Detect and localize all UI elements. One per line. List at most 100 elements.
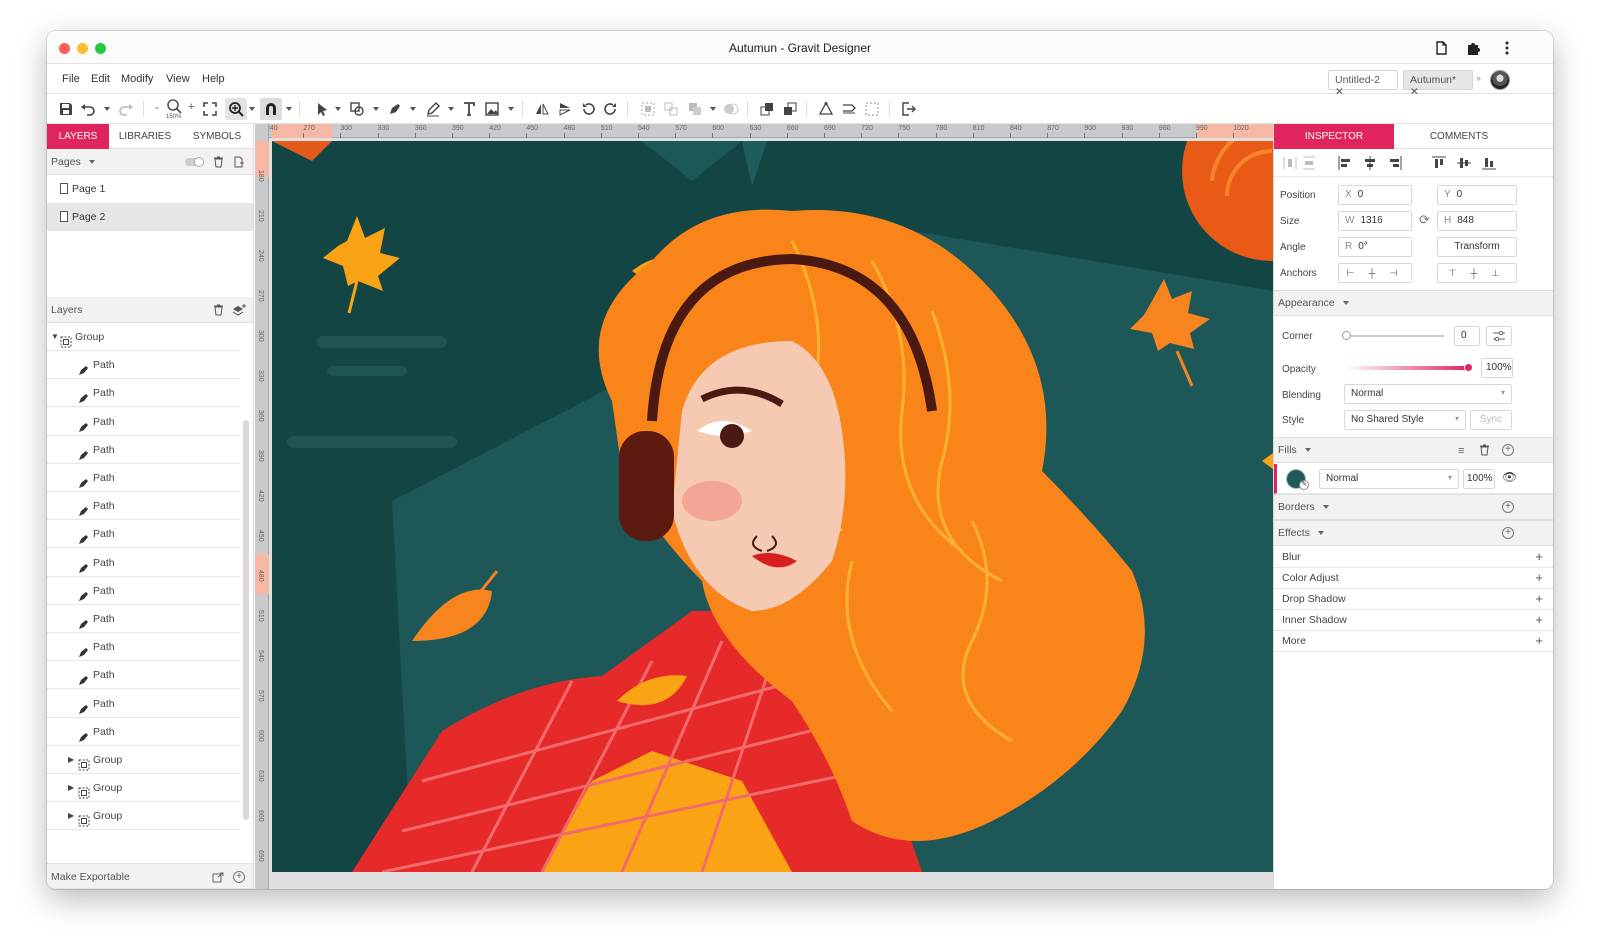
pages-label[interactable]: Pages [51,156,81,168]
add-color-adjust-icon[interactable]: + [1535,568,1543,588]
tab-inspector[interactable]: INSPECTOR [1274,124,1394,149]
pencil-tool-icon[interactable] [425,101,441,117]
undo-history-dropdown-icon[interactable] [104,107,110,111]
blending-select[interactable]: Normal ▾ [1344,384,1512,404]
distribute-vertical-icon[interactable] [1302,156,1316,170]
shape-dropdown-icon[interactable] [373,107,379,111]
horizontal-ruler[interactable]: px 2402703003303603904204504805105405706… [255,124,1273,138]
layer-row-path[interactable]: Path [47,633,240,662]
zoom-tool-icon[interactable] [225,98,247,120]
effects-header[interactable]: Effects + [1274,520,1553,546]
align-right-icon[interactable] [1388,156,1402,170]
pencil-dropdown-icon[interactable] [448,107,454,111]
layer-row-group[interactable]: ▶ Group [47,774,240,803]
align-left-icon[interactable] [1338,156,1352,170]
fill-blend-select[interactable]: Normal ▾ [1319,469,1459,489]
page-item-selected[interactable]: Page 2 [47,203,253,231]
save-icon[interactable] [58,101,74,117]
undo-icon[interactable] [80,101,96,117]
effect-inner-shadow[interactable]: Inner Shadow + [1274,610,1553,631]
effect-color-adjust[interactable]: Color Adjust + [1274,568,1553,589]
layer-row-path[interactable]: Path [47,379,240,408]
slice-icon[interactable] [864,101,880,117]
height-field[interactable]: H 848 [1437,211,1517,231]
group-icon[interactable] [640,101,656,117]
pages-dropdown-icon[interactable] [88,160,95,165]
more-options-icon[interactable] [1499,40,1515,56]
redo-icon[interactable] [118,101,134,117]
menu-modify[interactable]: Modify [121,73,153,85]
opacity-field[interactable]: 100% [1481,358,1513,378]
add-blur-icon[interactable]: + [1535,547,1543,567]
vertical-ruler[interactable]: 180 210 240 270 300 330 360 390 420 450 480 510 540 5… [255,124,269,889]
add-fill-icon[interactable]: + [1502,444,1514,456]
align-bottom-icon[interactable] [1482,156,1496,170]
shape-tool-icon[interactable] [349,101,365,117]
layer-row-path[interactable]: Path [47,520,240,549]
doc-tab-untitled[interactable]: Untitled-2 ✕ [1328,70,1398,98]
horizontal-anchors-control[interactable]: ⊢ ┼ ⊣ [1338,263,1412,283]
borders-header[interactable]: Borders + [1274,494,1553,520]
menu-edit[interactable]: Edit [91,73,110,85]
layer-row-path[interactable]: Path [47,718,240,746]
layer-row-path[interactable]: Path [47,351,240,380]
opacity-slider-thumb[interactable] [1464,363,1473,372]
corner-field[interactable]: 0 [1454,326,1480,346]
layer-row-path[interactable]: Path [47,464,240,492]
send-backward-icon[interactable] [782,101,798,117]
path-ops-icon[interactable] [841,101,857,117]
rotate-cw-icon[interactable] [603,101,619,117]
add-inner-shadow-icon[interactable]: + [1535,610,1543,630]
effect-more[interactable]: More + [1274,631,1553,652]
zoom-dropdown-icon[interactable] [249,107,255,111]
zoom-in-button[interactable]: + [188,101,194,113]
layer-row-path[interactable]: Path [47,492,240,521]
fill-visibility-icon[interactable]: 👁 [1502,470,1517,484]
lock-aspect-icon[interactable]: ⟳ [1419,212,1430,228]
shared-style-select[interactable]: No Shared Style ▾ [1344,410,1466,430]
image-dropdown-icon[interactable] [508,107,514,111]
layer-row-path[interactable]: Path [47,690,240,718]
canvas-area[interactable]: px 2402703003303603904204504805105405706… [255,124,1273,889]
mask-icon[interactable] [723,101,739,117]
layers-scrollbar[interactable] [243,420,249,820]
add-border-icon[interactable]: + [1502,501,1514,513]
pages-toggle[interactable] [185,157,204,167]
distribute-horizontal-icon[interactable] [1283,156,1297,170]
layer-row-path[interactable]: Path [47,436,240,464]
layer-row-path[interactable]: Path [47,605,240,633]
layer-row-path[interactable]: Path [47,577,240,605]
add-page-icon[interactable] [233,149,244,175]
align-top-icon[interactable] [1432,156,1446,170]
bring-forward-icon[interactable] [759,101,775,117]
pen-dropdown-icon[interactable] [410,107,416,111]
image-tool-icon[interactable] [484,101,500,117]
fill-opacity-field[interactable]: 100% [1463,469,1495,489]
collapse-triangle-icon[interactable]: ▼ [51,323,59,351]
corner-settings-icon[interactable] [1486,326,1512,346]
ungroup-icon[interactable] [663,101,679,117]
effect-blur[interactable]: Blur + [1274,547,1553,568]
rotate-ccw-icon[interactable] [580,101,596,117]
transform-button[interactable]: Transform [1437,237,1517,257]
y-field[interactable]: Y0 [1437,185,1517,205]
tab-layers[interactable]: LAYERS [47,124,109,149]
flip-vertical-icon[interactable] [557,101,573,117]
new-document-icon[interactable] [1433,40,1449,56]
text-tool-icon[interactable] [461,101,477,117]
export-settings-icon[interactable] [212,864,224,889]
vertical-anchors-control[interactable]: ⊤ ┼ ⊥ [1437,263,1517,283]
align-middle-icon[interactable] [1457,156,1471,170]
layer-row-group[interactable]: ▼ Group [47,323,240,351]
layer-row-group[interactable]: ▶ Group [47,802,240,831]
width-field[interactable]: W 1316 [1338,211,1412,231]
angle-field[interactable]: R 0° [1338,237,1412,257]
pen-tool-icon[interactable] [387,101,403,117]
menu-file[interactable]: File [62,73,80,85]
artboard[interactable] [272,141,1273,872]
layer-row-group[interactable]: ▶ Group [47,746,240,774]
add-effect-icon[interactable]: + [1502,527,1514,539]
add-export-icon[interactable]: + [233,871,245,883]
corner-slider[interactable] [1342,331,1444,340]
appearance-header[interactable]: Appearance [1274,290,1553,316]
